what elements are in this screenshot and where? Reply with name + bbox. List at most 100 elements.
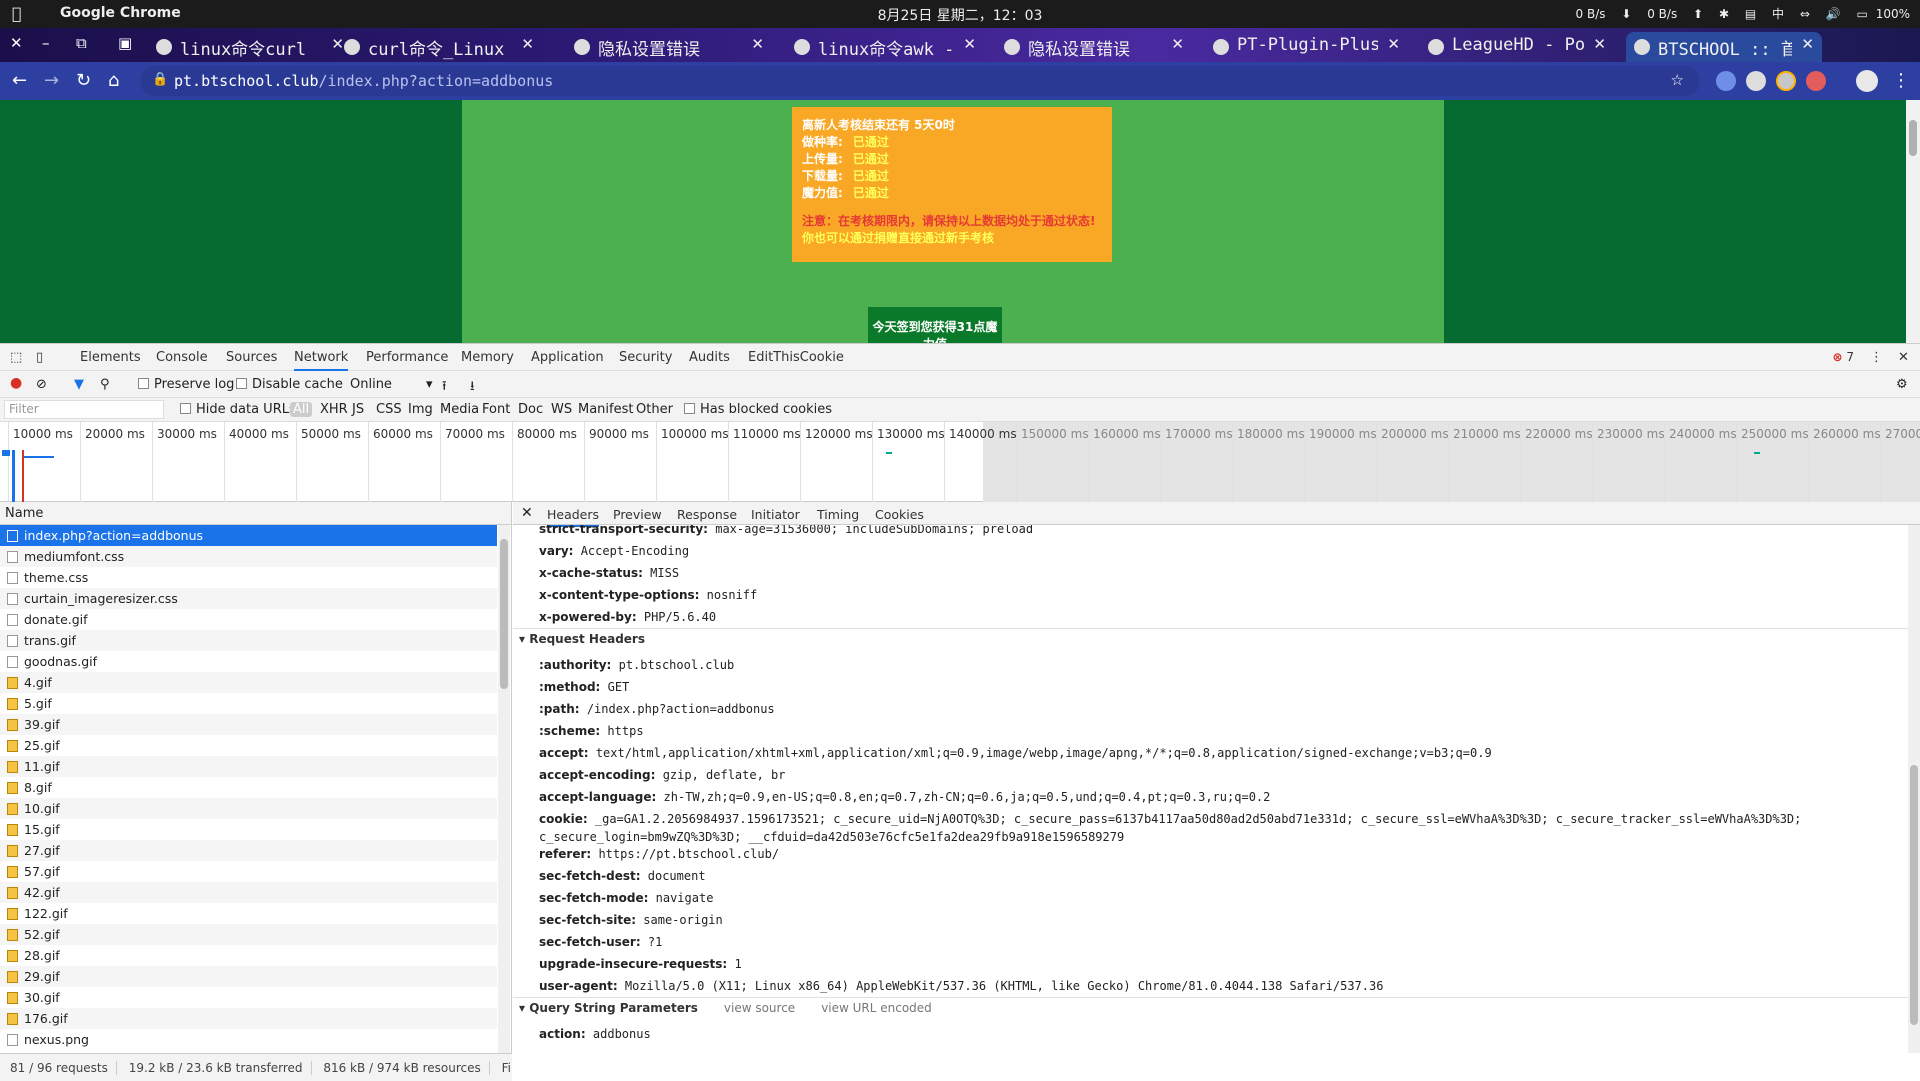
reload-icon[interactable]: ↻ [76,70,91,91]
type-filter-other[interactable]: Other [636,402,673,417]
profile-avatar[interactable] [1856,70,1878,92]
request-row[interactable]: goodnas.gif [0,651,497,672]
request-row[interactable]: 8.gif [0,777,497,798]
request-row[interactable]: 4.gif [0,672,497,693]
window-minimize-icon[interactable]: – [42,34,50,52]
devtools-close-icon[interactable]: ✕ [1898,350,1909,365]
tab-search-icon[interactable]: ▣ [118,34,132,52]
lock-icon[interactable]: 🔒 [152,72,168,87]
devtools-tab-memory[interactable]: Memory [461,350,514,365]
browser-tab[interactable]: linux命令curl ✕ [148,32,352,62]
back-icon[interactable]: ← [12,70,27,91]
devtools-tab-application[interactable]: Application [531,350,604,365]
address-bar[interactable]: 🔒 pt.btschool.club/index.php?action=addb… [140,66,1700,96]
device-toolbar-icon[interactable]: ▯ [36,350,43,365]
import-har-icon[interactable]: ⭱ [442,377,447,399]
error-counter[interactable]: ⊗ 7 [1832,350,1854,364]
home-icon[interactable]: ⌂ [108,70,119,91]
apple-menu-icon[interactable]:  [12,4,22,23]
scrollbar-thumb[interactable] [1910,765,1918,1025]
extension-icon[interactable] [1716,71,1736,91]
request-row[interactable]: 29.gif [0,966,497,987]
devtools-tab-security[interactable]: Security [619,350,672,365]
tab-close-icon[interactable]: ✕ [1387,35,1400,53]
search-icon[interactable]: ⚲ [100,377,110,392]
request-row[interactable]: 15.gif [0,819,497,840]
clear-icon[interactable]: ⊘ [36,377,47,392]
tab-close-icon[interactable]: ✕ [1801,35,1814,53]
query-string-section[interactable]: ▾ Query String Parameters view source view… [519,1001,932,1015]
type-filter-media[interactable]: Media [440,402,479,417]
request-row[interactable]: 11.gif [0,756,497,777]
browser-tab[interactable]: linux命令awk - ✕ [786,32,984,62]
request-row[interactable]: 30.gif [0,987,497,1008]
type-filter-manifest[interactable]: Manifest [578,402,633,417]
network-timeline-overview[interactable]: 10000 ms 20000 ms 30000 ms 40000 ms 50000 ms… [0,422,1920,502]
sign-in-bonus-button[interactable]: 今天签到您获得31点魔力值 [868,307,1002,351]
volume-icon[interactable]: 🔊 [1826,7,1841,21]
devtools-tab-elements[interactable]: Elements [80,350,141,365]
forward-icon[interactable]: → [44,70,59,91]
request-row[interactable]: 42.gif [0,882,497,903]
request-row[interactable]: 10.gif [0,798,497,819]
preserve-log-checkbox[interactable]: Preserve log [138,377,234,392]
inspect-element-icon[interactable]: ⬚ [10,350,22,365]
clipboard-icon[interactable]: ▤ [1745,7,1756,21]
request-row[interactable]: curtain_imageresizer.css [0,588,497,609]
view-source-link[interactable]: view source [724,1001,795,1015]
request-row[interactable]: donate.gif [0,609,497,630]
request-row[interactable]: 5.gif [0,693,497,714]
tab-close-icon[interactable]: ✕ [963,35,976,53]
request-row[interactable]: 39.gif [0,714,497,735]
type-filter-ws[interactable]: WS [551,402,572,417]
request-row[interactable]: trans.gif [0,630,497,651]
request-row[interactable]: 176.gif [0,1008,497,1029]
browser-tab[interactable]: 隐私设置错误 ✕ [566,32,772,62]
disable-cache-checkbox[interactable]: Disable cache [236,377,343,392]
ime-indicator[interactable]: 中 [1772,7,1784,21]
browser-tab[interactable]: 隐私设置错误 ✕ [996,32,1192,62]
window-close-icon[interactable]: ✕ [10,34,23,52]
devtools-tab-sources[interactable]: Sources [226,350,277,365]
request-row[interactable]: 122.gif [0,903,497,924]
type-filter-css[interactable]: CSS [376,402,402,417]
filter-input[interactable]: Filter [4,400,164,419]
view-url-encoded-link[interactable]: view URL encoded [821,1001,932,1015]
request-row[interactable]: theme.css [0,567,497,588]
window-restore-icon[interactable]: ⧉ [76,34,87,52]
network-icon[interactable]: ⇔ [1800,7,1810,21]
request-row[interactable]: 25.gif [0,735,497,756]
browser-tab[interactable]: PT-Plugin-Plus ✕ [1205,32,1408,62]
request-headers-section[interactable]: ▾ Request Headers [519,632,645,646]
devtools-tab-network[interactable]: Network [294,350,349,371]
name-column-header[interactable]: Name [0,502,511,525]
request-row[interactable]: 27.gif [0,840,497,861]
details-scrollbar[interactable] [1908,525,1920,1053]
type-filter-font[interactable]: Font [482,402,510,417]
devtools-tab-console[interactable]: Console [156,350,208,365]
detail-tab-headers[interactable]: Headers [547,507,600,527]
request-row[interactable]: 52.gif [0,924,497,945]
request-row[interactable]: nexus.png [0,1029,497,1050]
export-har-icon[interactable]: ⭳ [470,377,475,399]
type-filter-js[interactable]: JS [352,402,364,417]
throttle-select[interactable]: Online ▾ [350,377,432,392]
request-list-scrollbar[interactable] [498,525,510,1053]
page-scrollbar[interactable] [1906,100,1920,343]
devtools-tab-editthiscookie[interactable]: EditThisCookie [748,350,844,365]
type-filter-img[interactable]: Img [408,402,433,417]
tab-close-icon[interactable]: ✕ [1171,35,1184,53]
settings-gear-icon[interactable]: ⚙ [1896,377,1908,392]
request-row[interactable]: 28.gif [0,945,497,966]
detail-tab-timing[interactable]: Timing [817,507,859,522]
devtools-tab-audits[interactable]: Audits [689,350,730,365]
extension-icon[interactable] [1776,71,1796,91]
scrollbar-thumb[interactable] [1909,120,1917,156]
tab-active[interactable]: BTSCHOOL :: 首页 ✕ [1626,32,1822,62]
extension-icon[interactable] [1746,71,1766,91]
devtools-tab-performance[interactable]: Performance [366,350,448,365]
close-details-icon[interactable]: ✕ [521,505,533,521]
type-filter-all[interactable]: All [290,402,313,417]
detail-tab-cookies[interactable]: Cookies [875,507,924,522]
scrollbar-thumb[interactable] [500,539,508,689]
